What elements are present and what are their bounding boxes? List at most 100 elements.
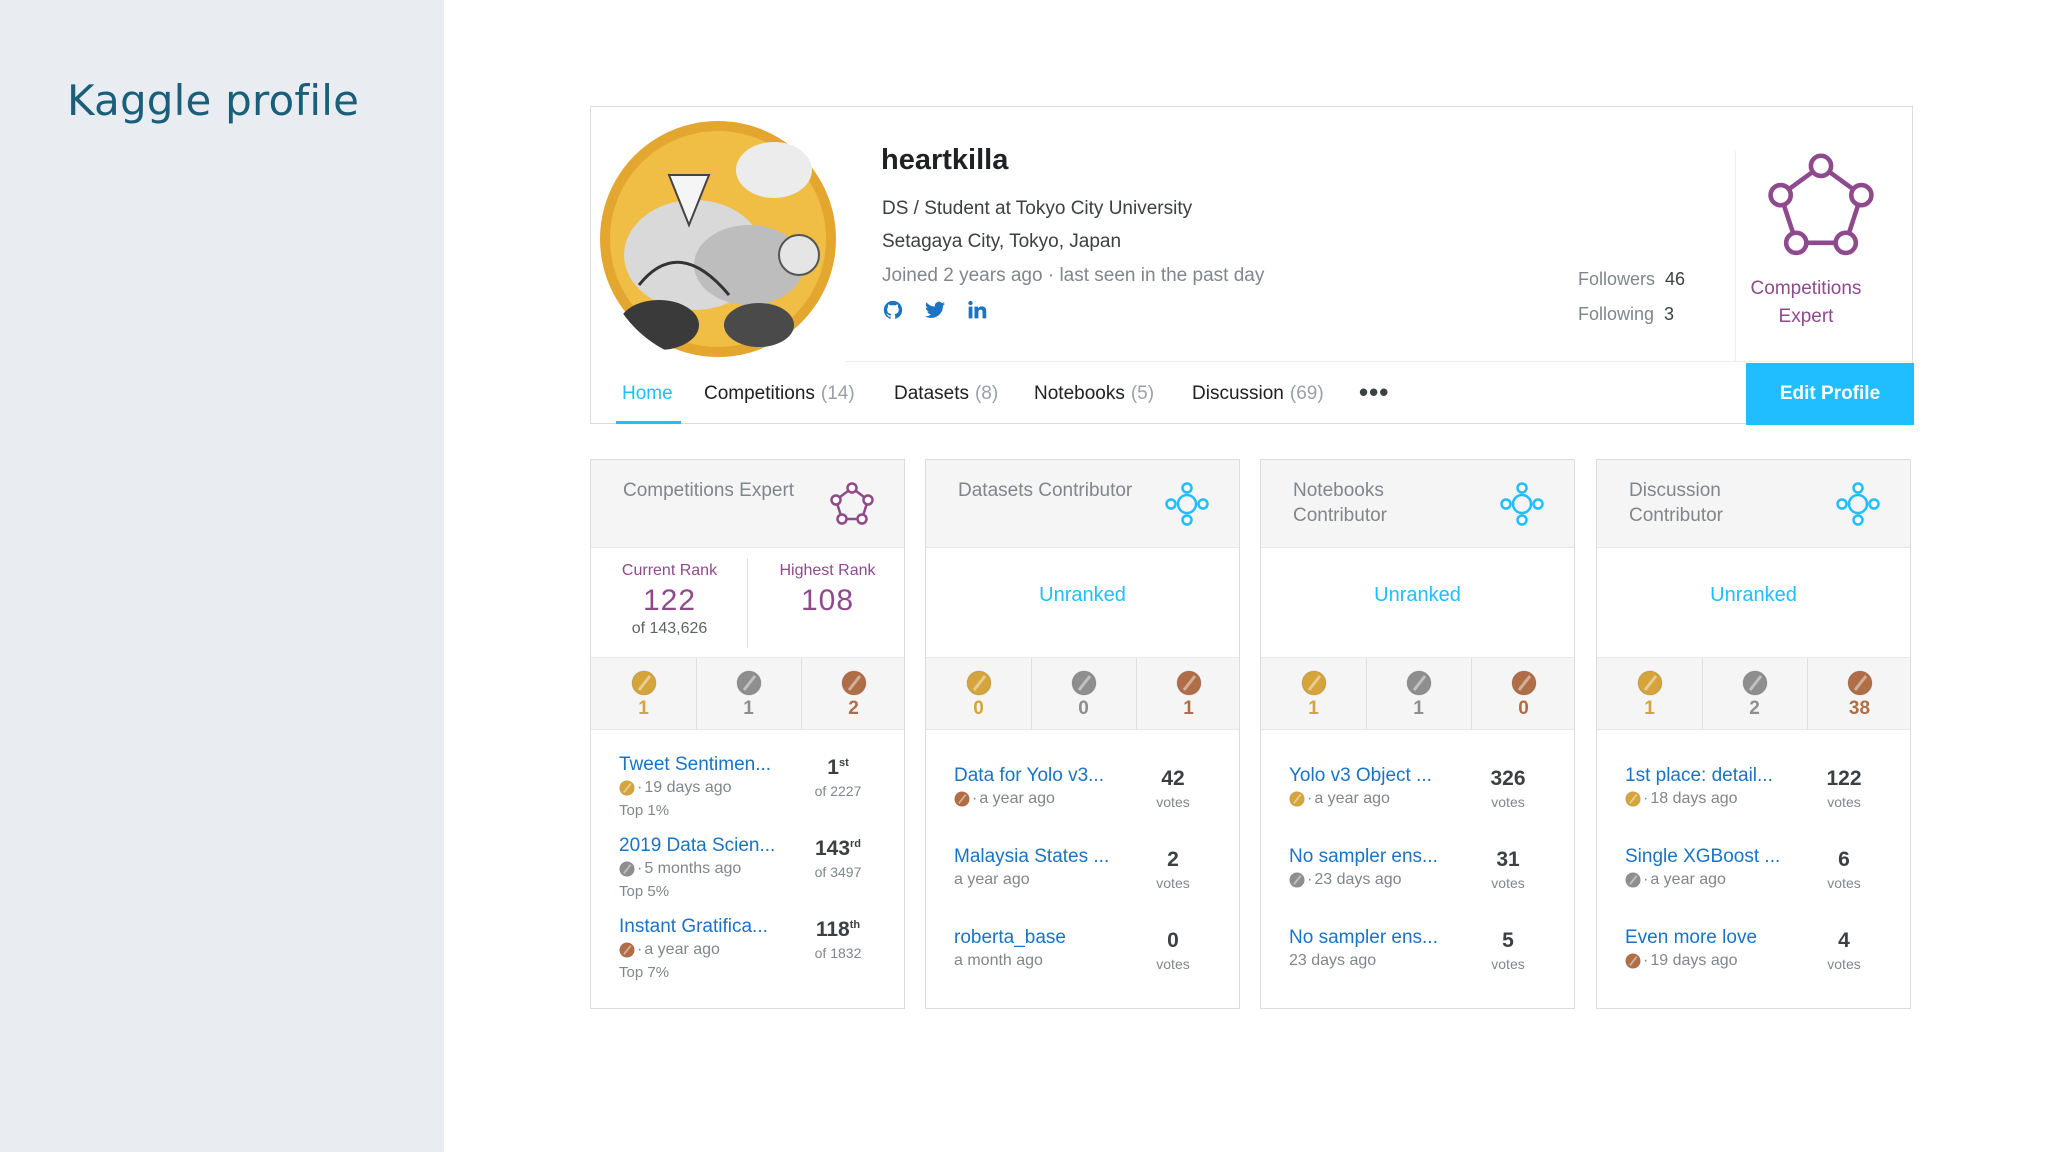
bronze-medal-count: 38: [1807, 658, 1912, 730]
item-meta: · a year ago: [1625, 871, 1726, 889]
list-item[interactable]: Tweet Sentimen... · 19 days ago Top 1% 1st of…: [591, 754, 904, 832]
tab-discussion[interactable]: Discussion (69): [1192, 383, 1324, 405]
silver-medal-count: 2: [1702, 658, 1807, 730]
item-title-link[interactable]: 2019 Data Scien...: [619, 835, 799, 857]
medal-counts: 001: [926, 658, 1239, 730]
medal-counts: 112: [591, 658, 904, 730]
item-meta: 23 days ago: [1289, 952, 1377, 969]
rank-divider: [747, 558, 748, 648]
unranked-label: Unranked: [1039, 584, 1126, 606]
profile-card: heartkilla DS / Student at Tokyo City Un…: [590, 106, 1914, 425]
bronze-medal-count: 2: [801, 658, 906, 730]
item-title-link[interactable]: 1st place: detail...: [1625, 765, 1805, 787]
list-item[interactable]: Data for Yolo v3... · a year ago 42 votes: [926, 765, 1239, 843]
item-percentile: Top 1%: [619, 802, 670, 819]
card-header: Notebooks Contributor: [1261, 460, 1574, 548]
item-score: 122 votes: [1826, 767, 1862, 810]
followers[interactable]: Followers 46: [1578, 269, 1685, 290]
card-header: Discussion Contributor: [1597, 460, 1910, 548]
bronze-medal-count: 0: [1471, 658, 1576, 730]
medal-divider: [1471, 658, 1472, 730]
more-tabs-button[interactable]: •••: [1359, 377, 1389, 408]
item-title-link[interactable]: Data for Yolo v3...: [954, 765, 1134, 787]
github-icon[interactable]: [882, 299, 904, 321]
item-title-link[interactable]: Instant Gratifica...: [619, 916, 799, 938]
social-links: [882, 299, 988, 321]
item-title-link[interactable]: Yolo v3 Object ...: [1289, 765, 1469, 787]
list-item[interactable]: Malaysia States ... a year ago 2 votes: [926, 846, 1239, 924]
avatar[interactable]: [599, 115, 837, 363]
item-meta: · 18 days ago: [1625, 790, 1738, 808]
item-score: 5 votes: [1491, 929, 1525, 972]
list-item[interactable]: Even more love · 19 days ago 4 votes: [1597, 927, 1910, 1005]
item-title-link[interactable]: Single XGBoost ...: [1625, 846, 1805, 868]
card-competitions: Competitions Expert Current Rank 122 of …: [590, 459, 905, 1009]
item-score: 4 votes: [1827, 929, 1861, 972]
item-meta: · 23 days ago: [1289, 871, 1402, 889]
item-meta: a month ago: [954, 952, 1043, 969]
item-score: 42 votes: [1156, 767, 1190, 810]
tab-competitions[interactable]: Competitions (14): [704, 383, 855, 405]
item-score: 31 votes: [1491, 848, 1525, 891]
card-header: Datasets Contributor: [926, 460, 1239, 548]
rank-area: Unranked: [1261, 548, 1574, 658]
rank-area: Unranked: [1597, 548, 1910, 658]
silver-medal-count: 1: [696, 658, 801, 730]
competitions-expert-tier-icon: [1768, 153, 1874, 256]
following[interactable]: Following 3: [1578, 304, 1674, 325]
gold-medal-count: 0: [926, 658, 1031, 730]
gold-medal-icon: [1637, 670, 1663, 696]
item-title-link[interactable]: Even more love: [1625, 927, 1805, 949]
list-item[interactable]: No sampler ens... · 23 days ago 31 votes: [1261, 846, 1574, 924]
list-item[interactable]: Single XGBoost ... · a year ago 6 votes: [1597, 846, 1910, 924]
card-notebooks: Notebooks Contributor Unranked 110 Yolo …: [1260, 459, 1575, 1009]
tab-datasets[interactable]: Datasets (8): [894, 383, 998, 405]
list-item[interactable]: Instant Gratifica... · a year ago Top 7% 118…: [591, 916, 904, 994]
expert-tier-icon: [830, 482, 874, 525]
twitter-icon[interactable]: [924, 299, 946, 321]
silver-medal-icon: [1625, 872, 1641, 888]
rank-area: Current Rank 122 of 143,626 Highest Rank…: [591, 548, 904, 658]
card-header: Competitions Expert: [591, 460, 904, 548]
bronze-medal-icon: [1511, 670, 1537, 696]
item-meta: · 19 days ago: [619, 779, 732, 797]
tab-notebooks[interactable]: Notebooks (5): [1034, 383, 1154, 405]
location: Setagaya City, Tokyo, Japan: [882, 231, 1122, 252]
silver-medal-count: 1: [1366, 658, 1471, 730]
list-item[interactable]: No sampler ens... 23 days ago 5 votes: [1261, 927, 1574, 1005]
item-title-link[interactable]: Malaysia States ...: [954, 846, 1134, 868]
list-item[interactable]: 1st place: detail... · 18 days ago 122 votes: [1597, 765, 1910, 843]
highest-rank: Highest Rank 108: [779, 562, 876, 617]
medal-counts: 1 2 38: [1597, 658, 1910, 730]
item-title-link[interactable]: No sampler ens...: [1289, 846, 1469, 868]
slide-sidebar: [0, 0, 444, 1152]
item-score: 2 votes: [1156, 848, 1190, 891]
item-percentile: Top 5%: [619, 883, 670, 900]
silver-medal-icon: [1289, 872, 1305, 888]
card-title: Discussion Contributor: [1629, 480, 1723, 526]
item-title-link[interactable]: No sampler ens...: [1289, 927, 1469, 949]
tab-home[interactable]: Home: [622, 383, 673, 405]
silver-medal-icon: [1742, 670, 1768, 696]
medal-counts: 110: [1261, 658, 1574, 730]
card-title: Competitions Expert: [623, 480, 795, 501]
item-title-link[interactable]: roberta_base: [954, 927, 1134, 949]
linkedin-icon[interactable]: [966, 299, 988, 321]
contributor-tier-icon: [1165, 482, 1209, 526]
list-item[interactable]: Yolo v3 Object ... · a year ago 326 votes: [1261, 765, 1574, 843]
medal-divider: [1702, 658, 1703, 730]
card-discussion: Discussion Contributor Unranked 1 2 38 1st…: [1596, 459, 1911, 1009]
item-title-link[interactable]: Tweet Sentimen...: [619, 754, 799, 776]
active-tab-indicator: [616, 421, 681, 424]
gold-medal-count: 1: [1597, 658, 1702, 730]
profile-tabs: Home Competitions (14) Datasets (8) Notebo…: [591, 363, 1914, 425]
contributor-tier-icon: [1836, 482, 1880, 526]
item-meta: a year ago: [954, 871, 1030, 888]
list-item[interactable]: 2019 Data Scien... · 5 months ago Top 5% 143…: [591, 835, 904, 913]
bronze-medal-icon: [841, 670, 867, 696]
silver-medal-icon: [1071, 670, 1097, 696]
edit-profile-button[interactable]: Edit Profile: [1746, 363, 1914, 425]
current-rank: Current Rank 122 of 143,626: [621, 562, 718, 637]
item-score: 0 votes: [1156, 929, 1190, 972]
list-item[interactable]: roberta_basea month ago 0 votes: [926, 927, 1239, 1005]
